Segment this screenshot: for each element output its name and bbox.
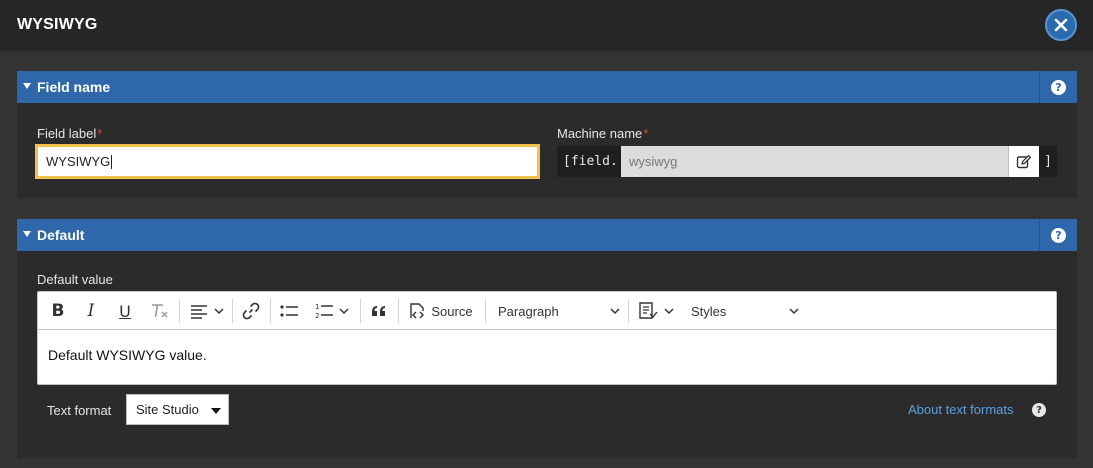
underline-button[interactable]: U (114, 297, 136, 325)
wysiwyg-editor[interactable]: B I U 1 2 Source Paragraph Styles Defaul… (37, 291, 1057, 385)
styles-dropdown[interactable]: Styles (686, 297, 802, 325)
toolbar-separator (485, 299, 486, 323)
bulleted-list-button[interactable] (277, 297, 301, 325)
machine-name-edit-button[interactable] (1008, 146, 1039, 177)
help-button[interactable]: ? (1039, 219, 1077, 251)
close-icon (1054, 18, 1068, 32)
chevron-down-icon (610, 308, 620, 315)
machine-name-suffix: ] (1039, 146, 1057, 177)
field-name-panel-header[interactable]: Field name ? (17, 71, 1077, 103)
panel-title: Field name (37, 79, 111, 95)
template-icon (638, 302, 658, 319)
required-mark: * (97, 126, 103, 141)
blockquote-icon (372, 306, 385, 316)
field-label-input[interactable]: WYSIWYG (35, 144, 540, 179)
bold-button[interactable]: B (47, 297, 69, 325)
blockquote-button[interactable] (367, 297, 391, 325)
toolbar-separator (270, 299, 271, 323)
svg-text:1: 1 (315, 303, 319, 311)
toolbar-separator (398, 299, 399, 323)
chevron-down-icon (663, 308, 674, 315)
toolbar-separator (360, 299, 361, 323)
link-icon (242, 302, 260, 320)
about-text-formats-link[interactable]: About text formats (908, 402, 1014, 417)
toolbar-separator (628, 299, 629, 323)
numbered-list-dropdown[interactable]: 1 2 (310, 297, 354, 325)
default-panel: Default ? Default value B I U 1 2 Source… (17, 219, 1077, 458)
text-format-selected: Site Studio (136, 402, 199, 417)
bold-icon: B (51, 301, 65, 321)
machine-name-label: Machine name* (557, 126, 649, 141)
text-format-select[interactable]: Site Studio (126, 394, 229, 425)
help-icon: ? (1051, 79, 1066, 95)
italic-icon: I (87, 301, 95, 321)
editor-toolbar: B I U 1 2 Source Paragraph Styles (38, 292, 1056, 330)
text-format-label: Text format (47, 403, 112, 418)
alignment-dropdown[interactable] (187, 297, 227, 325)
heading-selected: Paragraph (498, 303, 559, 319)
italic-button[interactable]: I (80, 297, 102, 325)
panel-title: Default (37, 227, 85, 243)
toolbar-separator (232, 299, 233, 323)
collapse-caret-icon (23, 231, 31, 237)
dialog-title: WYSIWYG (17, 16, 98, 33)
machine-name-input[interactable]: wysiwyg (621, 146, 1008, 177)
source-icon (410, 303, 425, 319)
underline-icon: U (119, 301, 131, 321)
numbered-list-icon: 1 2 (315, 303, 333, 320)
remove-format-button[interactable] (147, 297, 171, 325)
svg-text:2: 2 (315, 312, 319, 320)
source-button[interactable]: Source (406, 297, 474, 325)
dropdown-arrow-icon (211, 408, 221, 414)
chevron-down-icon (339, 308, 349, 315)
chevron-down-icon (214, 308, 224, 315)
dialog-titlebar: WYSIWYG (0, 0, 1093, 51)
chevron-down-icon (789, 308, 799, 315)
close-button[interactable] (1045, 9, 1077, 41)
text-cursor (111, 154, 113, 169)
heading-dropdown[interactable]: Paragraph (493, 297, 623, 325)
field-label-value: WYSIWYG (46, 154, 111, 169)
required-mark: * (643, 126, 649, 141)
help-button[interactable]: ? (1039, 71, 1077, 103)
styles-label: Styles (691, 303, 727, 319)
default-panel-header[interactable]: Default ? (17, 219, 1077, 251)
edit-icon (1016, 154, 1032, 168)
insert-template-dropdown[interactable] (634, 297, 678, 325)
machine-name-prefix: [field. (557, 146, 621, 177)
default-value-label: Default value (37, 272, 113, 287)
remove-format-icon (152, 304, 168, 318)
help-icon: ? (1051, 227, 1066, 243)
text-format-help-icon[interactable]: ? (1032, 403, 1046, 417)
link-button[interactable] (239, 297, 263, 325)
source-label: Source (431, 303, 473, 319)
bulleted-list-icon (280, 305, 298, 317)
field-label-label: Field label* (37, 126, 103, 141)
align-left-icon (191, 305, 207, 319)
toolbar-separator (179, 299, 180, 323)
editor-content[interactable]: Default WYSIWYG value. (48, 347, 207, 363)
field-name-panel: Field name ? Field label* WYSIWYG Machin… (17, 71, 1077, 198)
collapse-caret-icon (23, 83, 31, 89)
